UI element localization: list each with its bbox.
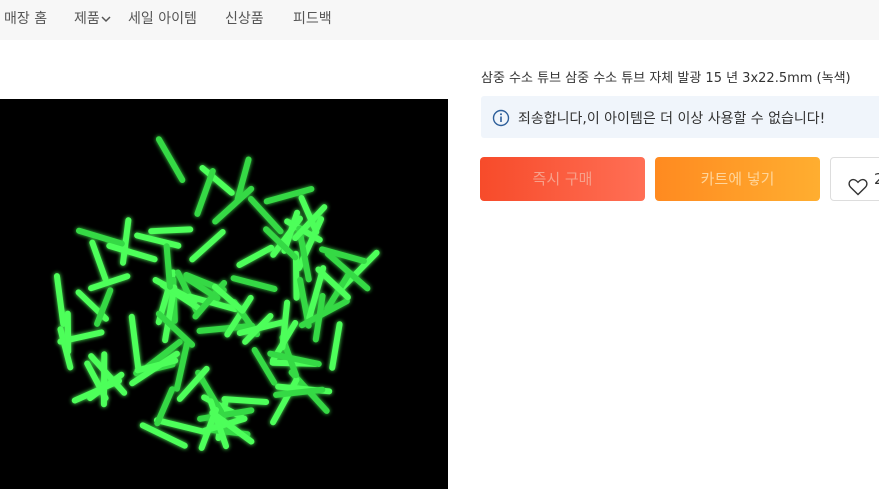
- heart-icon: [848, 170, 868, 196]
- tritium-tube: [148, 226, 194, 235]
- tritium-tube: [230, 275, 278, 292]
- wishlist-button[interactable]: 2: [830, 157, 879, 201]
- tritium-tube: [194, 168, 216, 217]
- nav-new-products[interactable]: 신상품: [225, 10, 264, 28]
- tritium-tube: [106, 242, 158, 263]
- tritium-tube: [155, 136, 186, 183]
- tritium-tube: [64, 310, 72, 355]
- tritium-tube: [89, 239, 109, 282]
- tritium-tube: [189, 229, 226, 263]
- notice-text: 죄송합니다,이 아이템은 더 이상 사용할 수 없습니다!: [518, 111, 826, 127]
- product-title: 삼중 수소 튜브 삼중 수소 튜브 자체 발광 15 년 3x22.5mm (녹…: [481, 71, 851, 86]
- wishlist-count: 2: [874, 170, 879, 188]
- add-to-cart-button[interactable]: 카트에 넣기: [655, 157, 820, 201]
- chevron-down-icon: [101, 10, 111, 28]
- product-image[interactable]: [0, 99, 448, 489]
- unavailable-notice: 죄송합니다,이 아이템은 더 이상 사용할 수 없습니다!: [481, 96, 879, 138]
- nav-feedback[interactable]: 피드백: [293, 10, 332, 28]
- buy-now-button[interactable]: 즉시 구매: [480, 157, 645, 201]
- top-navigation: 매장 홈 제품 세일 아이템 신상품 피드백: [0, 0, 879, 40]
- tritium-tube: [236, 244, 275, 268]
- nav-store-home[interactable]: 매장 홈: [4, 10, 47, 28]
- nav-products-label: 제품: [74, 11, 100, 27]
- tritium-tube: [263, 186, 315, 205]
- nav-sale-items[interactable]: 세일 아이템: [128, 10, 197, 28]
- info-icon: [492, 109, 510, 127]
- tritium-tube: [53, 273, 67, 327]
- tritium-tube: [221, 396, 270, 406]
- tritium-tube: [75, 227, 125, 247]
- tritium-tubes-image: [53, 136, 380, 451]
- tritium-tube: [128, 313, 142, 371]
- nav-products[interactable]: 제품: [74, 10, 111, 28]
- tritium-tube: [329, 321, 343, 371]
- tritium-tube: [134, 232, 182, 249]
